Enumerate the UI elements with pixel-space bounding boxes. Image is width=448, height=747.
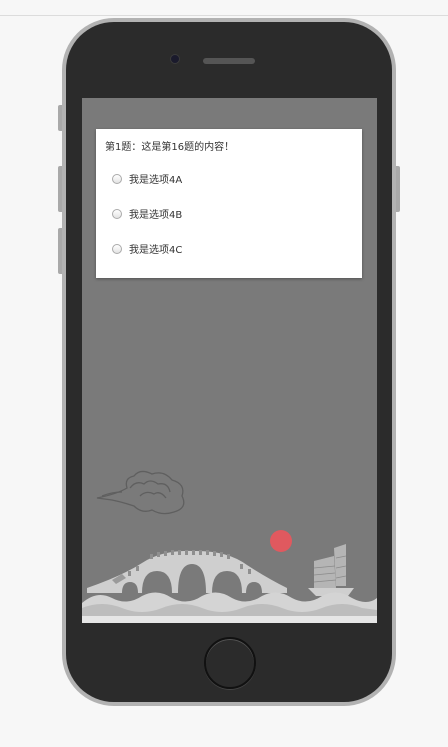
- volume-down-button: [58, 228, 62, 274]
- option-b-label: 我是选项4B: [129, 210, 183, 221]
- cloud-icon: [96, 470, 185, 515]
- camera-icon: [171, 55, 179, 63]
- question-text: 第1题：这是第16题的内容！: [105, 142, 235, 153]
- option-a[interactable]: 我是选项4A: [112, 171, 182, 186]
- top-divider: [0, 15, 448, 16]
- option-b-radio[interactable]: [112, 208, 122, 219]
- junk-boat-icon: [308, 544, 354, 596]
- power-button: [396, 166, 400, 212]
- volume-up-button: [58, 166, 62, 212]
- waves-icon: [82, 592, 377, 623]
- option-a-label: 我是选项4A: [129, 175, 183, 186]
- mute-switch: [58, 105, 62, 131]
- option-b[interactable]: 我是选项4B: [112, 206, 182, 221]
- phone-screen: 第1题：这是第16题的内容！ 我是选项4A 我是选项4B 我是选项4C: [82, 98, 377, 623]
- home-button-icon[interactable]: [204, 637, 256, 689]
- sun-icon: [270, 530, 292, 552]
- speaker-icon: [203, 58, 255, 64]
- question-card: 第1题：这是第16题的内容！ 我是选项4A 我是选项4B 我是选项4C: [96, 129, 362, 278]
- bridge-icon: [87, 550, 287, 593]
- landscape-illustration: [82, 470, 377, 623]
- option-c-label: 我是选项4C: [129, 245, 183, 256]
- option-c-radio[interactable]: [112, 243, 122, 254]
- option-a-radio[interactable]: [112, 173, 122, 184]
- option-c[interactable]: 我是选项4C: [112, 241, 182, 256]
